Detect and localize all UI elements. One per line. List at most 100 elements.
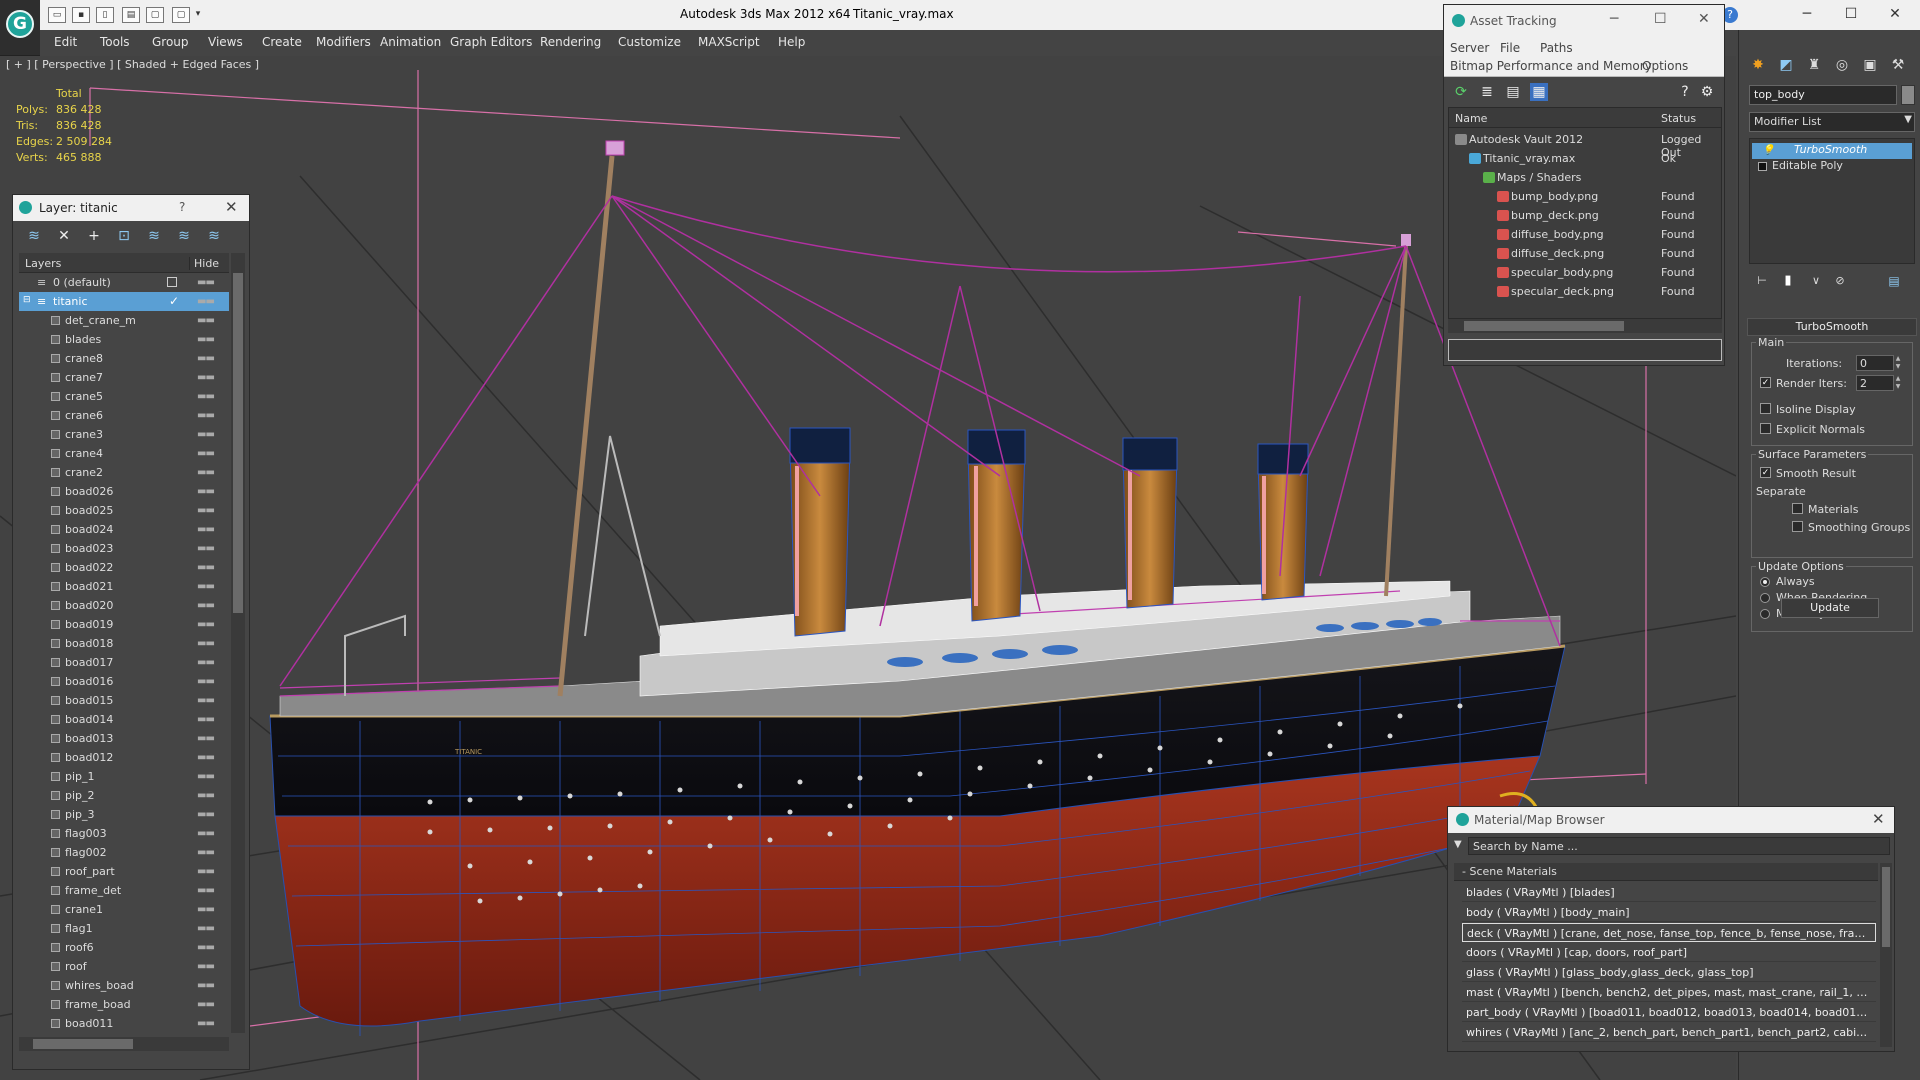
layer-object-row[interactable]: boad018 ▬▬ (19, 634, 229, 653)
quick-access-dropdown-icon[interactable]: ▾ (192, 7, 204, 23)
hide-toggle-icon[interactable]: ▬▬ (197, 733, 215, 744)
scene-materials-section[interactable]: - Scene Materials (1454, 863, 1878, 881)
asset-row[interactable]: bump_body.png Found (1449, 187, 1721, 206)
menu-bitmap-performance[interactable]: Bitmap Performance and Memory (1450, 59, 1652, 73)
pin-stack-icon[interactable]: ⊢ (1753, 272, 1771, 290)
layer-object-row[interactable]: boad020 ▬▬ (19, 596, 229, 615)
current-layer-box-icon[interactable] (167, 277, 177, 287)
layer-object-row[interactable]: flag003 ▬▬ (19, 824, 229, 843)
asset-horizontal-scrollbar[interactable] (1448, 319, 1722, 333)
object-color-swatch[interactable] (1901, 85, 1915, 105)
hide-toggle-icon[interactable]: ▬▬ (197, 657, 215, 668)
menu-edit[interactable]: Edit (54, 35, 77, 49)
help-icon[interactable]: ? (179, 200, 185, 214)
layer-vertical-scrollbar[interactable] (231, 253, 245, 1033)
layer-object-row[interactable]: boad026 ▬▬ (19, 482, 229, 501)
utilities-tab-icon[interactable]: ⚒ (1889, 56, 1907, 74)
layer-object-row[interactable]: crane2 ▬▬ (19, 463, 229, 482)
hide-toggle-icon[interactable]: ▬▬ (197, 942, 215, 953)
hide-toggle-icon[interactable]: ▬▬ (197, 999, 215, 1010)
highlight-layer-icon[interactable]: ≋ (145, 227, 163, 245)
material-row[interactable]: part_body ( VRayMtl ) [boad011, boad012,… (1462, 1003, 1876, 1022)
close-button[interactable]: ✕ (1884, 4, 1906, 24)
turbosmooth-rollout-header[interactable]: TurboSmooth (1747, 318, 1917, 336)
open-file-icon[interactable]: ▭ (48, 7, 66, 23)
layer-object-row[interactable]: boad022 ▬▬ (19, 558, 229, 577)
layer-object-row[interactable]: boad016 ▬▬ (19, 672, 229, 691)
asset-row[interactable]: specular_deck.png Found (1449, 282, 1721, 301)
undo-icon[interactable]: ▢ (146, 7, 164, 23)
asset-row[interactable]: Maps / Shaders (1449, 168, 1721, 187)
hide-toggle-icon[interactable]: ▬▬ (197, 562, 215, 573)
hide-toggle-icon[interactable]: ▬▬ (197, 429, 215, 440)
layer-object-row[interactable]: roof_part ▬▬ (19, 862, 229, 881)
layer-object-row[interactable]: frame_boad ▬▬ (19, 995, 229, 1014)
asset-tracking-titlebar[interactable]: Asset Tracking ─ ☐ ✕ (1444, 5, 1724, 37)
asset-row[interactable]: bump_deck.png Found (1449, 206, 1721, 225)
menu-server[interactable]: Server (1450, 41, 1489, 55)
menu-rendering[interactable]: Rendering (540, 35, 601, 49)
material-search-input[interactable]: Search by Name ... (1468, 837, 1890, 855)
asset-row[interactable]: diffuse_deck.png Found (1449, 244, 1721, 263)
layer-panel-close-button[interactable]: ✕ (225, 198, 238, 216)
layer-object-row[interactable]: boad021 ▬▬ (19, 577, 229, 596)
hide-all-icon[interactable]: ≋ (175, 227, 193, 245)
menu-modifiers[interactable]: Modifiers (316, 35, 371, 49)
hide-toggle-icon[interactable]: ▬▬ (197, 904, 215, 915)
hide-toggle-icon[interactable]: ▬▬ (197, 296, 215, 307)
layer-object-row[interactable]: whires_boad ▬▬ (19, 976, 229, 995)
save-file-icon[interactable]: ▪ (72, 7, 90, 23)
material-browser-titlebar[interactable]: Material/Map Browser ✕ (1448, 807, 1894, 833)
hide-toggle-icon[interactable]: ▬▬ (197, 619, 215, 630)
hide-toggle-icon[interactable]: ▬▬ (197, 638, 215, 649)
list-view-icon[interactable]: ≣ (1478, 83, 1496, 101)
hide-toggle-icon[interactable]: ▬▬ (197, 467, 215, 478)
hide-toggle-icon[interactable]: ▬▬ (197, 543, 215, 554)
layer-object-row[interactable]: boad015 ▬▬ (19, 691, 229, 710)
material-row[interactable]: body ( VRayMtl ) [body_main] (1462, 903, 1876, 922)
freeze-all-icon[interactable]: ≋ (205, 227, 223, 245)
menu-customize[interactable]: Customize (618, 35, 681, 49)
new-layer-icon[interactable]: ≋ (25, 227, 43, 245)
smooth-result-checkbox[interactable]: ✓ (1760, 467, 1771, 478)
render-iters-spinner[interactable]: 2 (1856, 375, 1894, 391)
hide-toggle-icon[interactable]: ▬▬ (197, 980, 215, 991)
hold-icon[interactable]: ▤ (122, 7, 140, 23)
minimize-button[interactable]: ─ (1610, 11, 1618, 27)
layer-row-titanic[interactable]: ⊟ ≡ titanic ▬▬ ✓ (19, 292, 229, 311)
material-row[interactable]: doors ( VRayMtl ) [cap, doors, roof_part… (1462, 943, 1876, 962)
layer-panel-titlebar[interactable]: Layer: titanic ? ✕ (13, 195, 249, 221)
menu-options[interactable]: Options (1642, 59, 1688, 73)
layer-object-row[interactable]: crane1 ▬▬ (19, 900, 229, 919)
show-end-result-icon[interactable]: ▮ (1779, 272, 1797, 290)
asset-path-field[interactable] (1448, 339, 1722, 361)
smoothing-groups-checkbox[interactable] (1792, 521, 1803, 532)
hide-toggle-icon[interactable]: ▬▬ (197, 372, 215, 383)
explicit-normals-checkbox[interactable] (1760, 423, 1771, 434)
scroll-thumb[interactable] (233, 273, 243, 613)
app-menu-button[interactable]: G (0, 0, 40, 56)
select-objects-icon[interactable]: ⊡ (115, 227, 133, 245)
stack-item-turbosmooth[interactable]: 💡 TurboSmooth (1752, 143, 1912, 159)
hide-toggle-icon[interactable]: ▬▬ (197, 486, 215, 497)
delete-layer-icon[interactable]: ✕ (55, 227, 73, 245)
column-name[interactable]: Name (1455, 112, 1487, 125)
configure-sets-icon[interactable]: ▤ (1885, 272, 1903, 290)
always-radio[interactable] (1760, 577, 1770, 587)
hide-toggle-icon[interactable]: ▬▬ (197, 961, 215, 972)
layer-object-row[interactable]: crane3 ▬▬ (19, 425, 229, 444)
isoline-display-checkbox[interactable] (1760, 403, 1771, 414)
hide-toggle-icon[interactable]: ▬▬ (197, 809, 215, 820)
menu-animation[interactable]: Animation (380, 35, 441, 49)
column-hide[interactable]: Hide (189, 257, 219, 270)
iterations-spinner[interactable]: 0 (1856, 355, 1894, 371)
chevron-down-icon[interactable]: ▼ (1454, 839, 1462, 850)
stack-item-editable-poly[interactable]: Editable Poly (1752, 159, 1912, 175)
spinner-arrows-icon[interactable]: ▲ ▼ (1894, 355, 1902, 371)
hide-toggle-icon[interactable]: ▬▬ (197, 277, 215, 288)
expand-box-icon[interactable] (1758, 162, 1767, 171)
make-unique-icon[interactable]: ∨ (1807, 272, 1825, 290)
settings-icon[interactable]: ⚙ (1698, 83, 1716, 101)
maximize-button[interactable]: ☐ (1654, 11, 1667, 27)
menu-views[interactable]: Views (208, 35, 243, 49)
